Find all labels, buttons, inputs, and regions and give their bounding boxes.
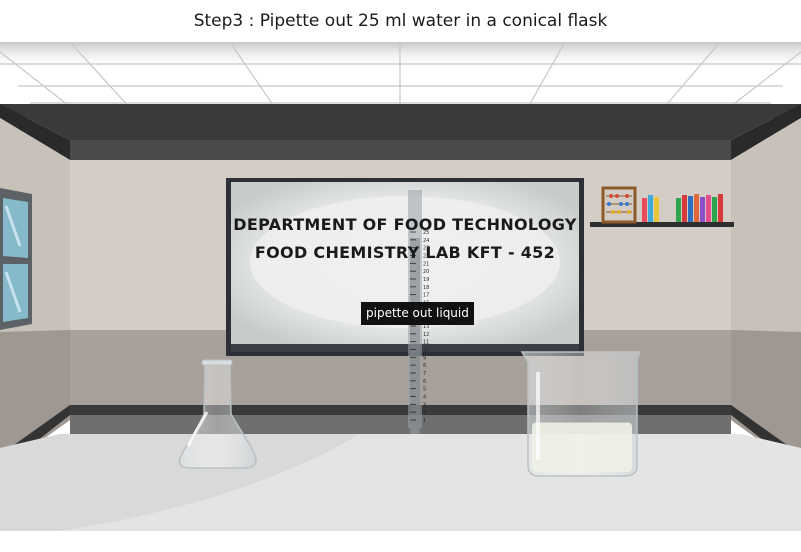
pipette-scale-label: 7 — [423, 371, 426, 377]
pipette-scale-label: 11 — [423, 340, 429, 346]
lab-scene: Step3 : Pipette out 25 ml water in a con… — [0, 0, 801, 552]
beaker — [520, 351, 642, 477]
window — [0, 188, 32, 330]
step-header: Step3 : Pipette out 25 ml water in a con… — [0, 0, 801, 42]
pipette-scale-label: 18 — [423, 285, 429, 291]
ceiling-trim — [0, 104, 801, 160]
pipette-scale-label: 17 — [423, 293, 429, 299]
pipette-scale-label: 12 — [423, 332, 429, 338]
pipette-scale-label: 9 — [423, 355, 426, 361]
pipette-scale-label: 2 — [423, 410, 426, 416]
display-board — [226, 178, 584, 356]
lab-room-illustration: 2524232221201918171615141312111098765432… — [0, 42, 801, 552]
step-title: Step3 : Pipette out 25 ml water in a con… — [193, 11, 608, 31]
pipette-scale-label: 8 — [423, 363, 426, 369]
pipette-scale-label: 4 — [423, 395, 426, 401]
lab-table — [0, 434, 801, 552]
pipette-scale-label: 6 — [423, 379, 426, 385]
pipette-scale-label: 3 — [423, 402, 426, 408]
board-title-department: DEPARTMENT OF FOOD TECHNOLOGY — [233, 215, 577, 234]
pipette-scale-label: 5 — [423, 387, 426, 393]
books — [642, 194, 723, 222]
pipette-scale-label: 10 — [423, 348, 429, 354]
pipette-out-liquid-button[interactable]: pipette out liquid — [361, 302, 474, 325]
pipette-scale-label: 19 — [423, 277, 429, 283]
lab-room: 2524232221201918171615141312111098765432… — [0, 42, 801, 552]
pipette-scale-label: 1 — [423, 418, 426, 424]
pipette-scale-label: 21 — [423, 261, 429, 267]
pipette-scale-label: 20 — [423, 269, 429, 275]
board-title-lab: FOOD CHEMISTRY LAB KFT - 452 — [254, 243, 556, 262]
